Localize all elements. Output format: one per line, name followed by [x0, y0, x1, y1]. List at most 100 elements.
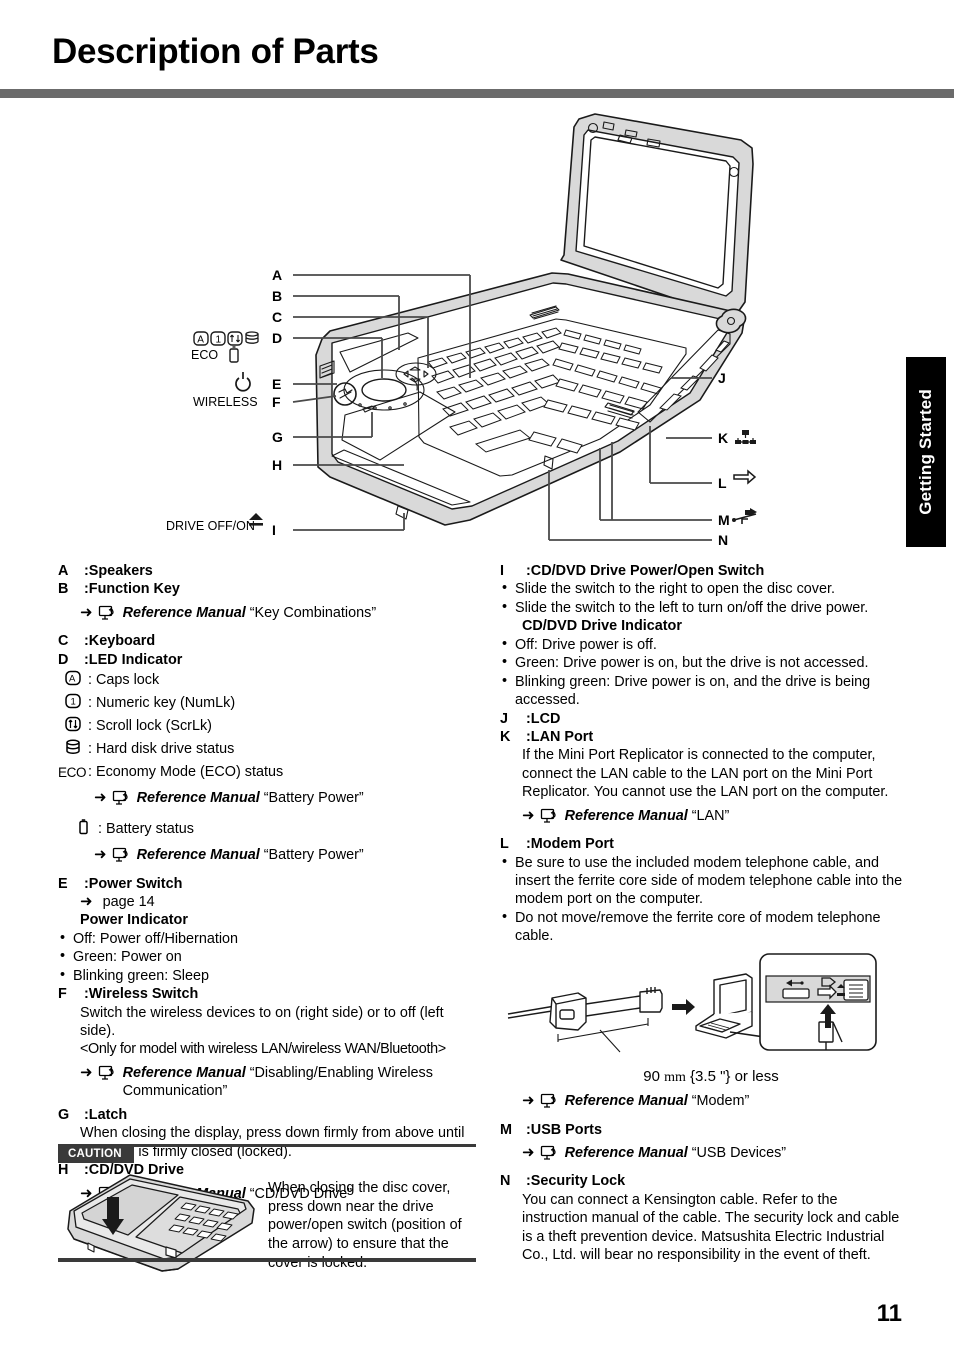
part-entry-A: A: Speakers: [58, 563, 153, 579]
part-letter-L: L: [500, 836, 509, 853]
part-entry-D: D: LED Indicator: [58, 651, 183, 668]
part-title-N: Security Lock: [530, 1173, 626, 1190]
list-item: Blinking green: Sleep: [58, 966, 476, 985]
reference-text-B: Reference Manual “Key Combinations”: [122, 604, 377, 621]
reference-text-M: Reference Manual “USB Devices”: [564, 1144, 787, 1161]
arrow-icon: ➜: [522, 1142, 535, 1161]
parts-list-left-column: A: Speakers B: Function Key ➜ Reference …: [58, 562, 476, 1213]
part-letter-N: N: [500, 1173, 511, 1190]
callout-label-I: I: [272, 522, 276, 538]
part-letter-K: K: [500, 728, 511, 745]
reference-link-battery-power: ➜ Reference Manual “Battery Power”: [58, 845, 476, 869]
list-item: Off: Drive power is off.: [500, 635, 904, 654]
callout-label-J: J: [718, 370, 726, 386]
callout-label-M: M: [718, 512, 730, 528]
part-note-F: <Only for model with wireless LAN/wirele…: [80, 1041, 446, 1058]
part-body-F: Switch the wireless devices to on (right…: [80, 1004, 444, 1039]
bullet-list-modem: Be sure to use the included modem teleph…: [500, 853, 904, 946]
eco-annotation: ECO: [191, 348, 218, 362]
part-letter-C: C: [58, 633, 69, 650]
part-title-G: Latch: [88, 1106, 128, 1123]
reference-text-L: Reference Manual “Modem”: [564, 1093, 750, 1110]
list-item: Green: Drive power is on, but the drive …: [500, 653, 904, 672]
caution-bottom-divider: [58, 1258, 476, 1262]
drive-off-on-annotation: DRIVE OFF/ON: [166, 519, 255, 533]
part-entry-N: N: Security Lock: [500, 1173, 626, 1190]
part-body-N: You can connect a Kensington cable. Refe…: [522, 1191, 900, 1264]
numlock-icon: 1: [58, 693, 88, 714]
led-label-numlock: : Numeric key (NumLk): [88, 695, 236, 712]
reference-manual-icon: [98, 605, 117, 627]
reference-text-battery: Reference Manual “Battery Power”: [136, 847, 364, 864]
callout-label-H: H: [272, 457, 282, 473]
led-item-battery: : Battery status: [58, 818, 476, 841]
callout-label-K: K: [718, 430, 728, 446]
scroll-lock-icon: [58, 716, 88, 737]
modem-figure-caption: 90 mm {3.5 "} or less: [643, 1068, 779, 1086]
part-letter-D: D: [58, 651, 69, 668]
caution-top-divider: [58, 1144, 476, 1147]
arrow-icon: ➜: [522, 1091, 535, 1110]
bullet-list-power-indicator: Off: Power off/Hibernation Green: Power …: [58, 929, 476, 985]
caps-lock-icon: A: [58, 670, 88, 691]
part-title-J: LCD: [530, 710, 561, 727]
callout-label-E: E: [272, 376, 281, 392]
page-title: Description of Parts: [52, 32, 379, 71]
part-entry-I: I: CD/DVD Drive Power/Open Switch: [500, 563, 765, 579]
part-title-D: LED Indicator: [88, 651, 183, 668]
page-reference-label: page 14: [102, 893, 155, 910]
reference-manual-icon: [98, 1065, 117, 1087]
led-item-numlock: 1 : Numeric key (NumLk): [58, 692, 476, 715]
reference-link-battery-power-eco: ➜ Reference Manual “Battery Power”: [58, 788, 476, 812]
caution-illustration: [58, 1167, 258, 1280]
arrow-icon: ➜: [94, 845, 107, 864]
led-label-eco: : Economy Mode (ECO) status: [88, 764, 284, 781]
reference-text-eco: Reference Manual “Battery Power”: [136, 790, 364, 807]
eject-icon: [249, 513, 263, 526]
part-body-K: If the Mini Port Replicator is connected…: [522, 747, 889, 801]
part-letter-M: M: [500, 1121, 512, 1138]
parts-list-right-column: I: CD/DVD Drive Power/Open Switch Slide …: [500, 562, 904, 1265]
led-label-battery: : Battery status: [98, 821, 194, 838]
callout-label-N: N: [718, 532, 728, 548]
led-icon-row-diagram: A 1 ECO: [191, 331, 259, 363]
caution-box: CAUTION When closing the disc cover, pre…: [58, 1144, 476, 1280]
led-item-caps-lock: A : Caps lock: [58, 669, 476, 692]
part-entry-C: C: Keyboard: [58, 633, 156, 650]
reference-link-lan: ➜ Reference Manual “LAN”: [500, 805, 904, 830]
part-title-C: Keyboard: [88, 633, 156, 650]
callout-label-F: F: [272, 394, 281, 410]
reference-manual-icon: [112, 790, 131, 812]
led-label-scroll-lock: : Scroll lock (ScrLk): [88, 718, 212, 735]
battery-icon: [68, 818, 98, 841]
part-title-I: CD/DVD Drive Power/Open Switch: [530, 563, 765, 579]
reference-manual-icon: [540, 808, 559, 830]
list-item: Blinking green: Drive power is on, and t…: [500, 672, 904, 710]
reference-link-key-combinations: ➜ Reference Manual “Key Combinations”: [58, 603, 476, 627]
arrow-icon: ➜: [80, 891, 93, 910]
part-entry-L: L: Modem Port: [500, 836, 614, 853]
part-letter-J: J: [500, 710, 509, 727]
part-letter-G: G: [58, 1106, 70, 1123]
part-title-E: Power Switch: [88, 875, 183, 892]
part-entry-G: G: Latch: [58, 1106, 128, 1123]
list-item: Slide the switch to the left to turn on/…: [500, 598, 904, 617]
svg-text:A: A: [197, 335, 204, 346]
page-reference-E: ➜ page 14: [58, 891, 476, 911]
part-letter-B: B: [58, 581, 69, 598]
hard-disk-icon: [58, 739, 88, 760]
laptop-diagram: .ln { fill:none; stroke:#1a1a1a; stroke-…: [0, 100, 910, 555]
reference-manual-icon: [540, 1145, 559, 1167]
part-letter-A: A: [58, 563, 69, 579]
bullet-list-drive-indicator: Off: Drive power is off. Green: Drive po…: [500, 635, 904, 710]
part-entry-J: J: LCD: [500, 710, 561, 727]
callout-label-A: A: [272, 267, 282, 283]
modem-port-icon: [733, 469, 757, 485]
reference-link-modem: ➜ Reference Manual “Modem”: [500, 1091, 904, 1115]
led-item-hard-disk: : Hard disk drive status: [58, 738, 476, 761]
section-tab-getting-started: Getting Started: [906, 357, 946, 547]
part-entry-F: F: Wireless Switch: [58, 986, 199, 1003]
arrow-icon: ➜: [522, 805, 535, 824]
part-title-A: Speakers: [88, 563, 153, 579]
part-entry-M: M: USB Ports: [500, 1121, 602, 1138]
